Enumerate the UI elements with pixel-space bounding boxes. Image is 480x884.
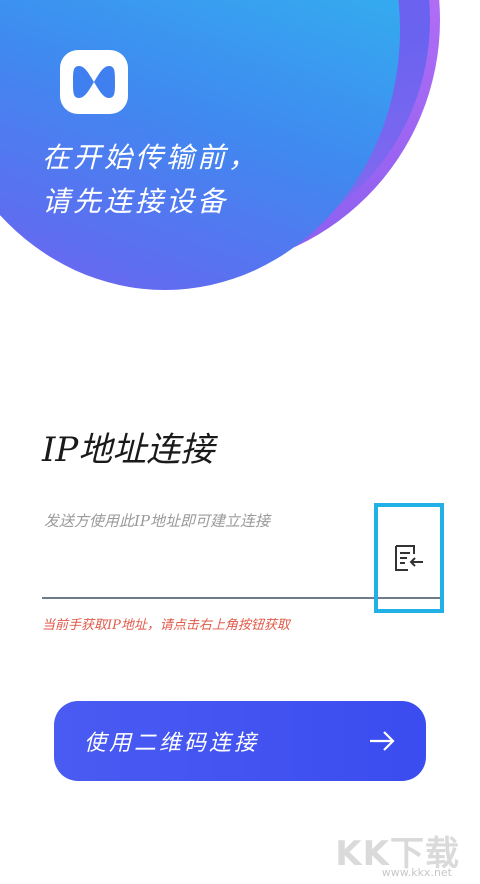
hero-header: 在开始传输前， 请先连接设备	[0, 0, 480, 360]
qr-connect-label: 使用二维码连接	[84, 731, 260, 756]
ip-section-title: IP地址连接	[42, 430, 215, 470]
qr-connect-button[interactable]: 使用二维码连接	[54, 701, 426, 781]
hero-title-line-1: 在开始传输前，	[42, 141, 260, 174]
hero-title: 在开始传输前， 请先连接设备	[42, 136, 259, 224]
watermark: KK下载 www.kkx.net	[330, 826, 470, 882]
get-ip-button[interactable]	[374, 503, 444, 613]
arrow-right-icon	[368, 729, 396, 753]
ip-address-input[interactable]	[42, 500, 376, 542]
paste-clipboard-icon	[395, 545, 423, 571]
hero-title-line-2: 请先连接设备	[42, 185, 229, 218]
watermark-url: www.kkx.net	[381, 866, 452, 879]
app-logo-icon	[60, 50, 128, 114]
ip-hint-text: 当前手获取IP地址，请点击右上角按钮获取	[42, 618, 290, 633]
